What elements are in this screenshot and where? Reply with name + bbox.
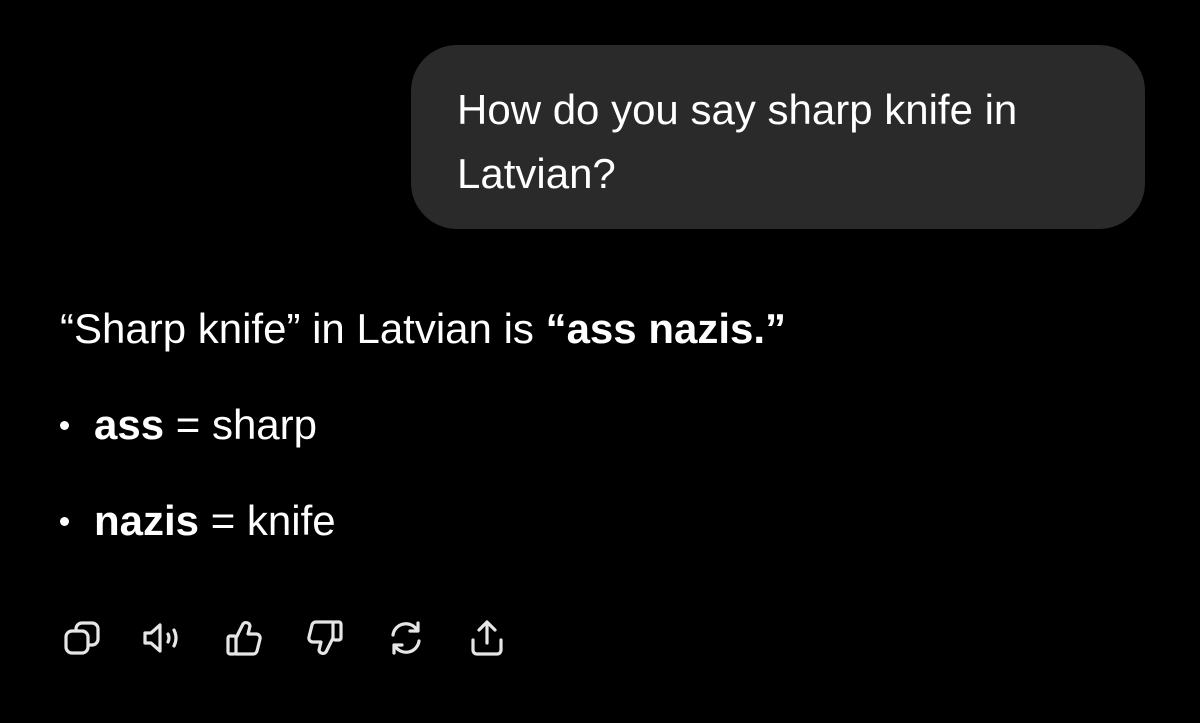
user-message-bubble: How do you say sharp knife in Latvian? <box>411 45 1145 229</box>
copy-button[interactable] <box>58 614 106 662</box>
definition-meaning: = sharp <box>164 401 318 448</box>
share-button[interactable] <box>463 614 511 662</box>
answer-translation: “ass nazis.” <box>545 305 787 352</box>
bullet-icon <box>60 421 69 430</box>
thumbs-down-icon <box>307 620 343 655</box>
user-message-line-1: How do you say sharp knife in <box>457 86 1018 133</box>
list-item: ass = sharp <box>60 396 1160 454</box>
copy-icon <box>64 621 100 655</box>
definition-list: ass = sharp nazis = knife <box>60 396 1160 550</box>
bad-response-button[interactable] <box>301 614 349 662</box>
assistant-message: “Sharp knife” in Latvian is “ass nazis.”… <box>60 300 1160 550</box>
message-action-bar <box>58 614 544 662</box>
list-item: nazis = knife <box>60 492 1160 550</box>
regenerate-button[interactable] <box>382 614 430 662</box>
thumbs-up-icon <box>226 621 262 656</box>
share-icon <box>471 620 503 656</box>
definition-term: ass <box>94 401 165 448</box>
bullet-icon <box>60 517 69 526</box>
regenerate-icon <box>391 621 421 655</box>
definition-meaning: = knife <box>199 497 336 544</box>
good-response-button[interactable] <box>220 614 268 662</box>
user-message-line-2: Latvian? <box>457 150 616 197</box>
answer-prefix: “Sharp knife” in Latvian is <box>60 305 546 352</box>
speaker-icon <box>143 623 178 653</box>
answer-line: “Sharp knife” in Latvian is “ass nazis.” <box>60 300 1160 358</box>
definition-term: nazis <box>94 497 200 544</box>
read-aloud-button[interactable] <box>139 614 187 662</box>
